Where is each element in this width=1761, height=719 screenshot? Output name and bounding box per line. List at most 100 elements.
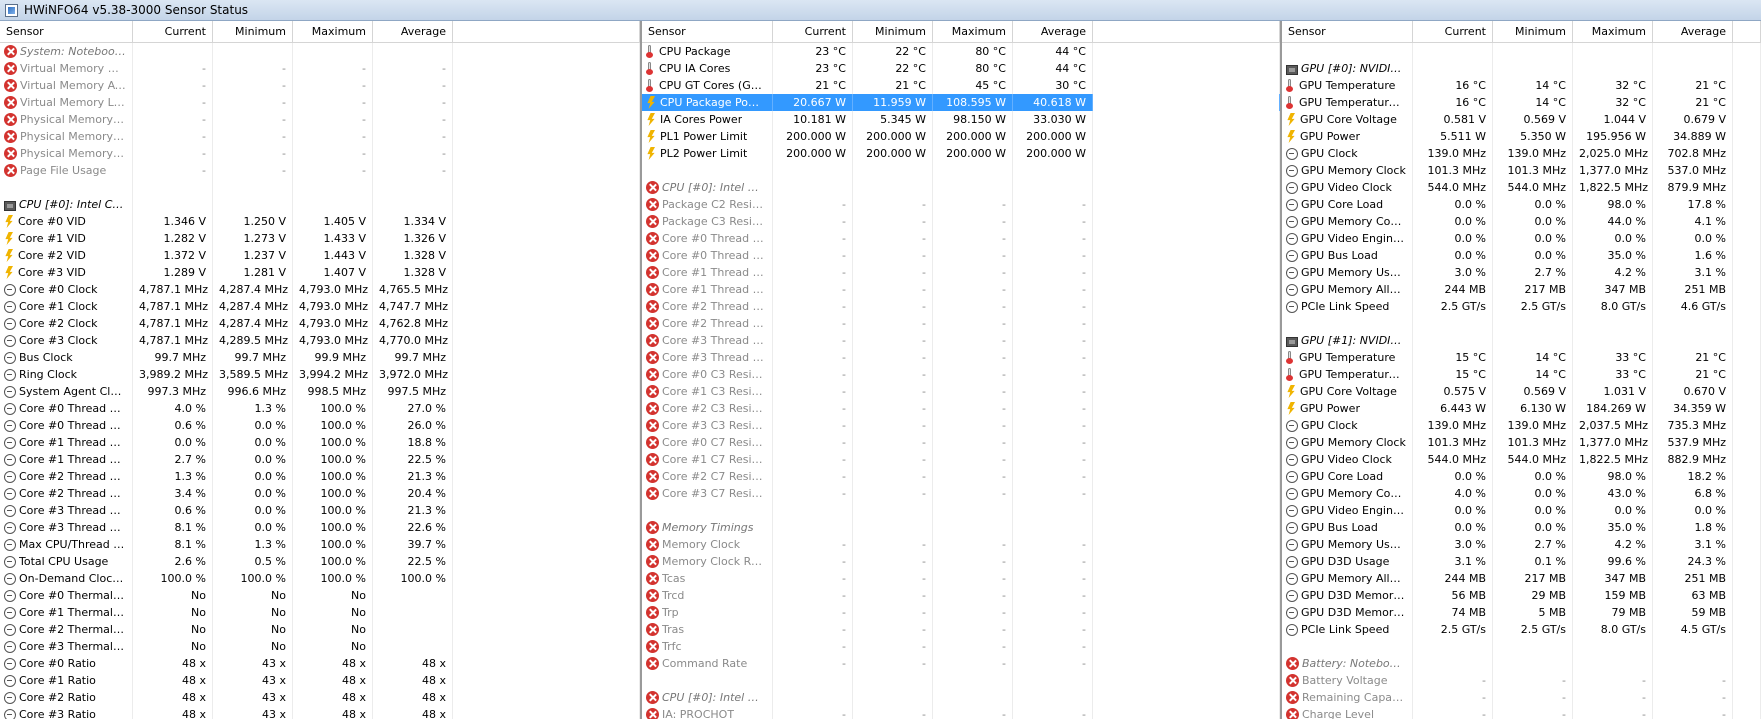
sensor-name-cell[interactable]: Physical Memory Used — [0, 111, 133, 128]
column-header-maximum[interactable]: Maximum — [293, 21, 373, 43]
sensor-name-cell[interactable] — [1282, 315, 1413, 332]
sensor-name-cell[interactable]: Core #2 Thread 1 ... — [642, 315, 773, 332]
sensor-name-cell[interactable]: GPU Power — [1282, 400, 1413, 417]
sensor-name-cell[interactable]: Memory Clock — [642, 536, 773, 553]
sensor-name-cell[interactable]: Virtual Memory Avai... — [0, 77, 133, 94]
column-header-average[interactable]: Average — [373, 21, 453, 43]
sensor-name-cell[interactable] — [1282, 638, 1413, 655]
sensor-name-cell[interactable]: Tcas — [642, 570, 773, 587]
sensor-name-cell[interactable]: GPU Power — [1282, 128, 1413, 145]
column-header-maximum[interactable]: Maximum — [1573, 21, 1653, 43]
sensor-name-cell[interactable]: PL1 Power Limit — [642, 128, 773, 145]
sensor-name-cell[interactable]: Trp — [642, 604, 773, 621]
column-header-sensor[interactable]: Sensor — [0, 21, 133, 43]
sensor-name-cell[interactable]: GPU Memory Usage — [1282, 264, 1413, 281]
sensor-name-cell[interactable]: Package C2 Reside... — [642, 196, 773, 213]
column-header-maximum[interactable]: Maximum — [933, 21, 1013, 43]
sensor-name-cell[interactable]: GPU Temperature — [1282, 77, 1413, 94]
column-header-sensor[interactable]: Sensor — [642, 21, 773, 43]
sensor-name-cell[interactable]: IA: PROCHOT — [642, 706, 773, 719]
column-header-current[interactable]: Current — [1413, 21, 1493, 43]
sensor-name-cell[interactable]: GPU Video Engine L... — [1282, 230, 1413, 247]
sensor-name-cell[interactable]: Command Rate — [642, 655, 773, 672]
sensor-name-cell[interactable]: GPU Bus Load — [1282, 519, 1413, 536]
sensor-name-cell[interactable]: GPU Clock — [1282, 417, 1413, 434]
sensor-name-cell[interactable] — [1282, 43, 1413, 60]
sensor-name-cell[interactable]: CPU Package Power — [642, 94, 773, 111]
sensor-name-cell[interactable]: Virtual Memory Load — [0, 94, 133, 111]
sensor-name-cell[interactable]: Remaining Capacity — [1282, 689, 1413, 706]
sensor-name-cell[interactable]: GPU Core Load — [1282, 196, 1413, 213]
sensor-name-cell[interactable]: GPU Memory Alloca... — [1282, 281, 1413, 298]
sensor-name-cell[interactable]: GPU Video Clock — [1282, 451, 1413, 468]
sensor-name-cell[interactable]: PCIe Link Speed — [1282, 298, 1413, 315]
sensor-name-cell[interactable]: GPU Memory Alloca... — [1282, 570, 1413, 587]
sensor-name-cell[interactable]: GPU Video Engine L... — [1282, 502, 1413, 519]
sensor-panel-3[interactable]: Sensor Current Minimum Maximum Average G… — [1280, 21, 1761, 719]
sensor-name-cell[interactable]: Core #2 Thread #1... — [0, 485, 133, 502]
sensor-name-cell[interactable]: GPU Video Clock — [1282, 179, 1413, 196]
sensor-name-cell[interactable]: Core #3 Thread 0 ... — [642, 332, 773, 349]
column-header-minimum[interactable]: Minimum — [213, 21, 293, 43]
sensor-name-cell[interactable]: IA Cores Power — [642, 111, 773, 128]
sensor-name-cell[interactable]: Trfc — [642, 638, 773, 655]
sensor-name-cell[interactable]: Core #0 Thread #0... — [0, 400, 133, 417]
sensor-name-cell[interactable]: Core #3 C7 Reside... — [642, 485, 773, 502]
sensor-name-cell[interactable]: Core #1 Thread 1 ... — [642, 281, 773, 298]
sensor-name-cell[interactable]: Core #3 Thread #0... — [0, 502, 133, 519]
sensor-name-cell[interactable]: CPU Package — [642, 43, 773, 60]
sensor-name-cell[interactable]: Core #1 Thread #0... — [0, 434, 133, 451]
sensor-name-cell[interactable]: CPU [#0]: Intel Cor... — [0, 196, 133, 213]
sensor-name-cell[interactable]: PL2 Power Limit — [642, 145, 773, 162]
sensor-name-cell[interactable]: Core #3 Thermal T... — [0, 638, 133, 655]
sensor-name-cell[interactable]: Core #2 Clock — [0, 315, 133, 332]
sensor-name-cell[interactable]: Core #3 Clock — [0, 332, 133, 349]
sensor-name-cell[interactable]: GPU Clock — [1282, 145, 1413, 162]
sensor-name-cell[interactable]: Physical Memory Av... — [0, 128, 133, 145]
sensor-name-cell[interactable]: Core #3 C3 Reside... — [642, 417, 773, 434]
sensor-name-cell[interactable]: Memory Timings — [642, 519, 773, 536]
sensor-name-cell[interactable]: Core #2 Thread #0... — [0, 468, 133, 485]
sensor-name-cell[interactable]: Core #1 Clock — [0, 298, 133, 315]
sensor-name-cell[interactable]: Core #0 Ratio — [0, 655, 133, 672]
sensor-name-cell[interactable]: Core #3 VID — [0, 264, 133, 281]
sensor-name-cell[interactable] — [642, 502, 773, 519]
sensor-name-cell[interactable]: Ring Clock — [0, 366, 133, 383]
sensor-name-cell[interactable]: GPU Memory Contr... — [1282, 485, 1413, 502]
sensor-name-cell[interactable]: Core #3 Ratio — [0, 706, 133, 719]
sensor-name-cell[interactable] — [642, 162, 773, 179]
sensor-name-cell[interactable]: Core #1 Thread #1... — [0, 451, 133, 468]
sensor-name-cell[interactable]: PCIe Link Speed — [1282, 621, 1413, 638]
sensor-name-cell[interactable]: Core #0 Thread 0 ... — [642, 230, 773, 247]
sensor-name-cell[interactable]: GPU D3D Memory D... — [1282, 604, 1413, 621]
sensor-name-cell[interactable]: Core #0 Thread #1... — [0, 417, 133, 434]
sensor-name-cell[interactable]: GPU Core Voltage — [1282, 111, 1413, 128]
sensor-name-cell[interactable]: Core #1 Thread 0 ... — [642, 264, 773, 281]
sensor-name-cell[interactable]: CPU [#0]: Intel Cor... — [642, 179, 773, 196]
sensor-name-cell[interactable]: Core #1 VID — [0, 230, 133, 247]
sensor-name-cell[interactable]: Core #3 Thread #1... — [0, 519, 133, 536]
sensor-name-cell[interactable]: CPU IA Cores — [642, 60, 773, 77]
sensor-name-cell[interactable]: System: Notebook ... — [0, 43, 133, 60]
sensor-name-cell[interactable]: GPU Memory Usage — [1282, 536, 1413, 553]
sensor-name-cell[interactable]: Bus Clock — [0, 349, 133, 366]
sensor-name-cell[interactable]: GPU [#0]: NVIDIA ... — [1282, 60, 1413, 77]
sensor-name-cell[interactable]: Core #2 Thermal T... — [0, 621, 133, 638]
sensor-name-cell[interactable]: Trcd — [642, 587, 773, 604]
column-header-current[interactable]: Current — [133, 21, 213, 43]
sensor-panel-1[interactable]: Sensor Current Minimum Maximum Average S… — [0, 21, 640, 719]
sensor-name-cell[interactable]: GPU Temperature (... — [1282, 94, 1413, 111]
column-header-minimum[interactable]: Minimum — [853, 21, 933, 43]
sensor-name-cell[interactable]: Charge Level — [1282, 706, 1413, 719]
column-header-sensor[interactable]: Sensor — [1282, 21, 1413, 43]
sensor-name-cell[interactable]: Core #1 Thermal T... — [0, 604, 133, 621]
sensor-name-cell[interactable]: Core #3 Thread 1 ... — [642, 349, 773, 366]
sensor-panel-2[interactable]: Sensor Current Minimum Maximum Average C… — [640, 21, 1280, 719]
sensor-name-cell[interactable]: Core #2 Thread 0 ... — [642, 298, 773, 315]
sensor-name-cell[interactable]: Core #2 C7 Reside... — [642, 468, 773, 485]
column-header-average[interactable]: Average — [1013, 21, 1093, 43]
sensor-name-cell[interactable]: GPU [#1]: NVIDIA ... — [1282, 332, 1413, 349]
sensor-name-cell[interactable]: Core #0 C7 Reside... — [642, 434, 773, 451]
sensor-name-cell[interactable]: System Agent Clock — [0, 383, 133, 400]
sensor-name-cell[interactable]: Tras — [642, 621, 773, 638]
